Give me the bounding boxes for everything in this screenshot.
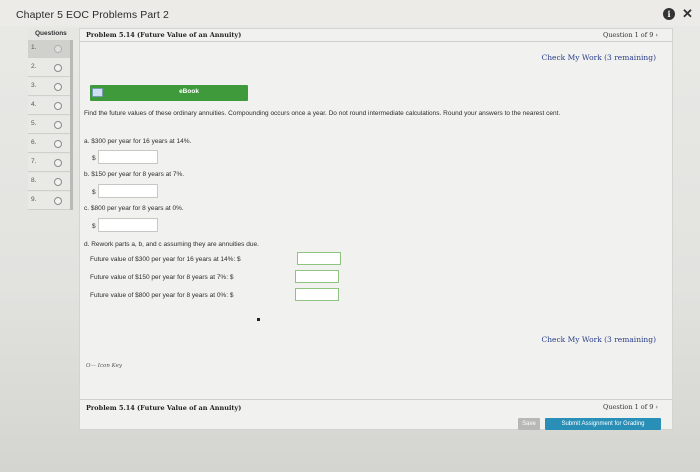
question-number: 4. [31, 101, 37, 108]
question-number: 1. [31, 44, 37, 51]
problem-title-bottom: Problem 5.14 (Future Value of an Annuity… [86, 404, 242, 412]
question-counter-bottom[interactable]: Question 1 of 9 › [603, 403, 658, 411]
question-number: 6. [31, 139, 37, 146]
problem-title: Problem 5.14 (Future Value of an Annuity… [86, 31, 242, 39]
ebook-button[interactable]: eBook [90, 85, 248, 101]
dollar-sign: $ [92, 223, 96, 230]
instructions: Find the future values of these ordinary… [84, 110, 561, 117]
icon-key-label: Icon Key [97, 363, 122, 369]
answer-input-d-b[interactable] [295, 270, 339, 283]
icon-key[interactable]: O— Icon Key [86, 363, 122, 369]
question-item-3[interactable]: 3. [28, 78, 72, 96]
question-number: 8. [31, 177, 37, 184]
divider [80, 399, 672, 400]
question-status-icon [54, 140, 62, 148]
question-number: 7. [31, 158, 37, 165]
fv-a-label: Future value of $300 per year for 16 yea… [90, 256, 241, 263]
screen: Chapter 5 EOC Problems Part 2 i ✕ Questi… [0, 0, 700, 472]
question-item-6[interactable]: 6. [28, 135, 72, 153]
save-button[interactable]: Save [518, 418, 540, 430]
divider [80, 41, 672, 42]
ebook-label: eBook [179, 88, 199, 95]
question-item-1[interactable]: 1. [28, 40, 72, 58]
app-title: Chapter 5 EOC Problems Part 2 [16, 9, 169, 21]
question-number: 9. [31, 196, 37, 203]
question-status-icon [54, 83, 62, 91]
answer-input-b[interactable] [98, 184, 158, 198]
question-number: 3. [31, 82, 37, 89]
fv-c-label: Future value of $800 per year for 8 year… [90, 292, 234, 299]
part-d-label: d. Rework parts a, b, and c assuming the… [84, 241, 259, 248]
question-number: 2. [31, 63, 37, 70]
question-status-icon [54, 102, 62, 110]
answer-input-d-c[interactable] [295, 288, 339, 301]
answer-input-a[interactable] [98, 150, 158, 164]
question-status-icon [54, 121, 62, 129]
close-icon[interactable]: ✕ [682, 6, 693, 22]
check-my-work-link-bottom[interactable]: Check My Work (3 remaining) [541, 335, 656, 344]
answer-input-c[interactable] [98, 218, 158, 232]
answer-input-d-a[interactable] [297, 252, 341, 265]
question-status-icon [54, 197, 62, 205]
dollar-sign: $ [92, 189, 96, 196]
question-status-icon [54, 64, 62, 72]
question-panel-scrollbar[interactable] [70, 40, 73, 210]
part-a-label: a. $300 per year for 16 years at 14%. [84, 138, 192, 145]
submit-assignment-button[interactable]: Submit Assignment for Grading [545, 418, 661, 430]
question-item-9[interactable]: 9. [28, 192, 72, 210]
info-icon[interactable]: i [663, 8, 675, 20]
question-counter[interactable]: Question 1 of 9 › [603, 31, 658, 39]
fv-b-label: Future value of $150 per year for 8 year… [90, 274, 234, 281]
question-item-7[interactable]: 7. [28, 154, 72, 172]
question-status-icon [54, 178, 62, 186]
part-b-label: b. $150 per year for 8 years at 7%. [84, 171, 185, 178]
dollar-sign: $ [92, 155, 96, 162]
question-item-4[interactable]: 4. [28, 97, 72, 115]
key-icon: O— [86, 363, 97, 369]
question-item-8[interactable]: 8. [28, 173, 72, 191]
question-status-icon [54, 45, 62, 53]
check-my-work-link[interactable]: Check My Work (3 remaining) [541, 53, 656, 62]
mouse-cursor [257, 318, 260, 321]
part-c-label: c. $800 per year for 8 years at 0%. [84, 205, 184, 212]
title-bar: Chapter 5 EOC Problems Part 2 i ✕ [0, 0, 700, 26]
question-status-icon [54, 159, 62, 167]
question-panel-header: Questions [28, 28, 78, 40]
question-item-5[interactable]: 5. [28, 116, 72, 134]
question-item-2[interactable]: 2. [28, 59, 72, 77]
question-number: 5. [31, 120, 37, 127]
main-panel: Problem 5.14 (Future Value of an Annuity… [79, 28, 673, 430]
